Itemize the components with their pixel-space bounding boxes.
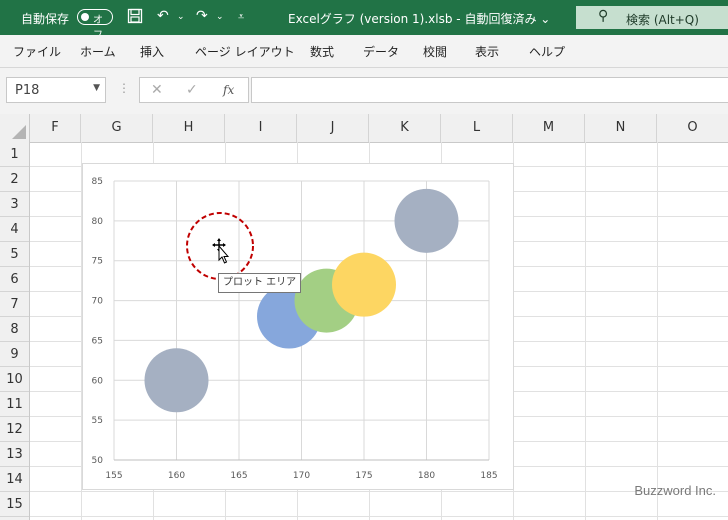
tab-review[interactable]: 校閲 bbox=[423, 43, 447, 60]
tab-view[interactable]: 表示 bbox=[475, 43, 499, 60]
x-tick-label: 160 bbox=[168, 471, 185, 481]
row-header-3[interactable]: 3 bbox=[0, 192, 29, 217]
row-header-8[interactable]: 8 bbox=[0, 317, 29, 342]
autosave-label: 自動保存 bbox=[21, 12, 70, 26]
cancel-icon[interactable]: ✕ bbox=[151, 82, 163, 98]
enter-icon[interactable]: ✓ bbox=[186, 82, 198, 98]
column-header-m[interactable]: M bbox=[513, 114, 585, 142]
title-bar: 自動保存 オフ ↶ ⌄ ↷ ⌄ ⩡ Excelグラフ (version 1).x… bbox=[0, 0, 728, 41]
x-tick-label: 185 bbox=[480, 471, 497, 481]
x-tick-label: 155 bbox=[105, 471, 122, 481]
column-header-n[interactable]: N bbox=[585, 114, 657, 142]
search-label: 検索 (Alt+Q) bbox=[626, 13, 699, 27]
row-header-15[interactable]: 15 bbox=[0, 492, 29, 517]
redo-dropdown-icon[interactable]: ⌄ bbox=[216, 12, 224, 22]
move-cursor-icon bbox=[212, 238, 232, 264]
tab-help[interactable]: ヘルプ bbox=[529, 43, 565, 60]
name-box-value: P18 bbox=[15, 83, 40, 98]
y-tick-label: 55 bbox=[92, 416, 103, 426]
column-header-i[interactable]: I bbox=[225, 114, 297, 142]
x-tick-label: 175 bbox=[355, 471, 372, 481]
row-header-12[interactable]: 12 bbox=[0, 417, 29, 442]
chart-svg: 50 55 60 65 70 75 80 85 155 160 165 170 175 180 185 bbox=[92, 177, 498, 481]
x-tick-label: 165 bbox=[230, 471, 247, 481]
column-header-o[interactable]: O bbox=[657, 114, 728, 142]
customize-qat-icon[interactable]: ⩡ bbox=[238, 10, 244, 24]
column-header-l[interactable]: L bbox=[441, 114, 513, 142]
column-header-k[interactable]: K bbox=[369, 114, 441, 142]
formula-bar-grip-icon[interactable]: ⋮ bbox=[118, 81, 130, 95]
formula-bar: P18 ▼ ⋮ ✕ ✓ fx bbox=[0, 68, 728, 114]
y-tick-label: 65 bbox=[92, 336, 103, 346]
select-all-button[interactable] bbox=[0, 114, 30, 142]
insert-function-icon[interactable]: fx bbox=[223, 83, 234, 97]
x-tick-label: 170 bbox=[293, 471, 310, 481]
x-tick-label: 180 bbox=[418, 471, 435, 481]
tab-data[interactable]: データ bbox=[363, 43, 399, 60]
formula-input[interactable] bbox=[251, 77, 728, 103]
redo-icon[interactable]: ↷ bbox=[196, 8, 208, 24]
plot-area-tooltip: プロット エリア bbox=[218, 273, 302, 293]
row-header-4[interactable]: 4 bbox=[0, 217, 29, 242]
row-header-6[interactable]: 6 bbox=[0, 267, 29, 292]
bubble-chart[interactable]: 50 55 60 65 70 75 80 85 155 160 165 170 175 180 185 bbox=[82, 163, 514, 490]
y-tick-label: 80 bbox=[92, 217, 104, 227]
tab-home[interactable]: ホーム bbox=[80, 43, 116, 60]
bubble-point bbox=[332, 252, 396, 317]
column-header-h[interactable]: H bbox=[153, 114, 225, 142]
y-tick-label: 50 bbox=[92, 456, 104, 466]
y-tick-label: 70 bbox=[92, 297, 104, 307]
column-header-g[interactable]: G bbox=[81, 114, 153, 142]
row-header-5[interactable]: 5 bbox=[0, 242, 29, 267]
row-header-2[interactable]: 2 bbox=[0, 167, 29, 192]
row-headers: 1 2 3 4 5 6 7 8 9 10 11 12 13 14 15 bbox=[0, 142, 30, 520]
row-header-14[interactable]: 14 bbox=[0, 467, 29, 492]
select-all-triangle-icon bbox=[12, 125, 26, 139]
row-header-10[interactable]: 10 bbox=[0, 367, 29, 392]
tab-file[interactable]: ファイル bbox=[13, 43, 61, 60]
y-tick-label: 85 bbox=[92, 177, 103, 187]
column-header-j[interactable]: J bbox=[297, 114, 369, 142]
bubble-point bbox=[394, 188, 459, 253]
toggle-knob bbox=[81, 13, 89, 21]
document-title[interactable]: Excelグラフ (version 1).xlsb - 自動回復済み ⌄ bbox=[288, 10, 550, 27]
row-header-9[interactable]: 9 bbox=[0, 342, 29, 367]
autosave-toggle[interactable]: オフ bbox=[77, 9, 113, 41]
search-box[interactable]: ⚲ 検索 (Alt+Q) bbox=[576, 6, 728, 29]
watermark: Buzzword Inc. bbox=[634, 483, 716, 498]
tab-insert[interactable]: 挿入 bbox=[140, 43, 164, 60]
formula-buttons: ✕ ✓ fx bbox=[139, 77, 249, 103]
name-box-dropdown-icon[interactable]: ▼ bbox=[93, 83, 100, 93]
tab-page-layout[interactable]: ページ レイアウト bbox=[195, 43, 295, 60]
search-icon: ⚲ bbox=[598, 8, 609, 24]
undo-icon[interactable]: ↶ bbox=[157, 8, 169, 24]
bubble-point bbox=[144, 348, 209, 413]
row-header-1[interactable]: 1 bbox=[0, 142, 29, 167]
name-box[interactable]: P18 ▼ bbox=[6, 77, 106, 103]
undo-dropdown-icon[interactable]: ⌄ bbox=[177, 12, 185, 22]
tab-formulas[interactable]: 数式 bbox=[310, 43, 334, 60]
ribbon-tabs: ファイル ホーム 挿入 ページ レイアウト 数式 データ 校閲 表示 ヘルプ bbox=[0, 35, 728, 68]
y-tick-label: 60 bbox=[92, 376, 104, 386]
row-header-11[interactable]: 11 bbox=[0, 392, 29, 417]
column-header-f[interactable]: F bbox=[30, 114, 81, 142]
y-tick-label: 75 bbox=[92, 257, 103, 267]
column-headers: F G H I J K L M N O bbox=[0, 114, 728, 143]
row-header-13[interactable]: 13 bbox=[0, 442, 29, 467]
row-header-7[interactable]: 7 bbox=[0, 292, 29, 317]
save-icon[interactable] bbox=[127, 8, 143, 28]
